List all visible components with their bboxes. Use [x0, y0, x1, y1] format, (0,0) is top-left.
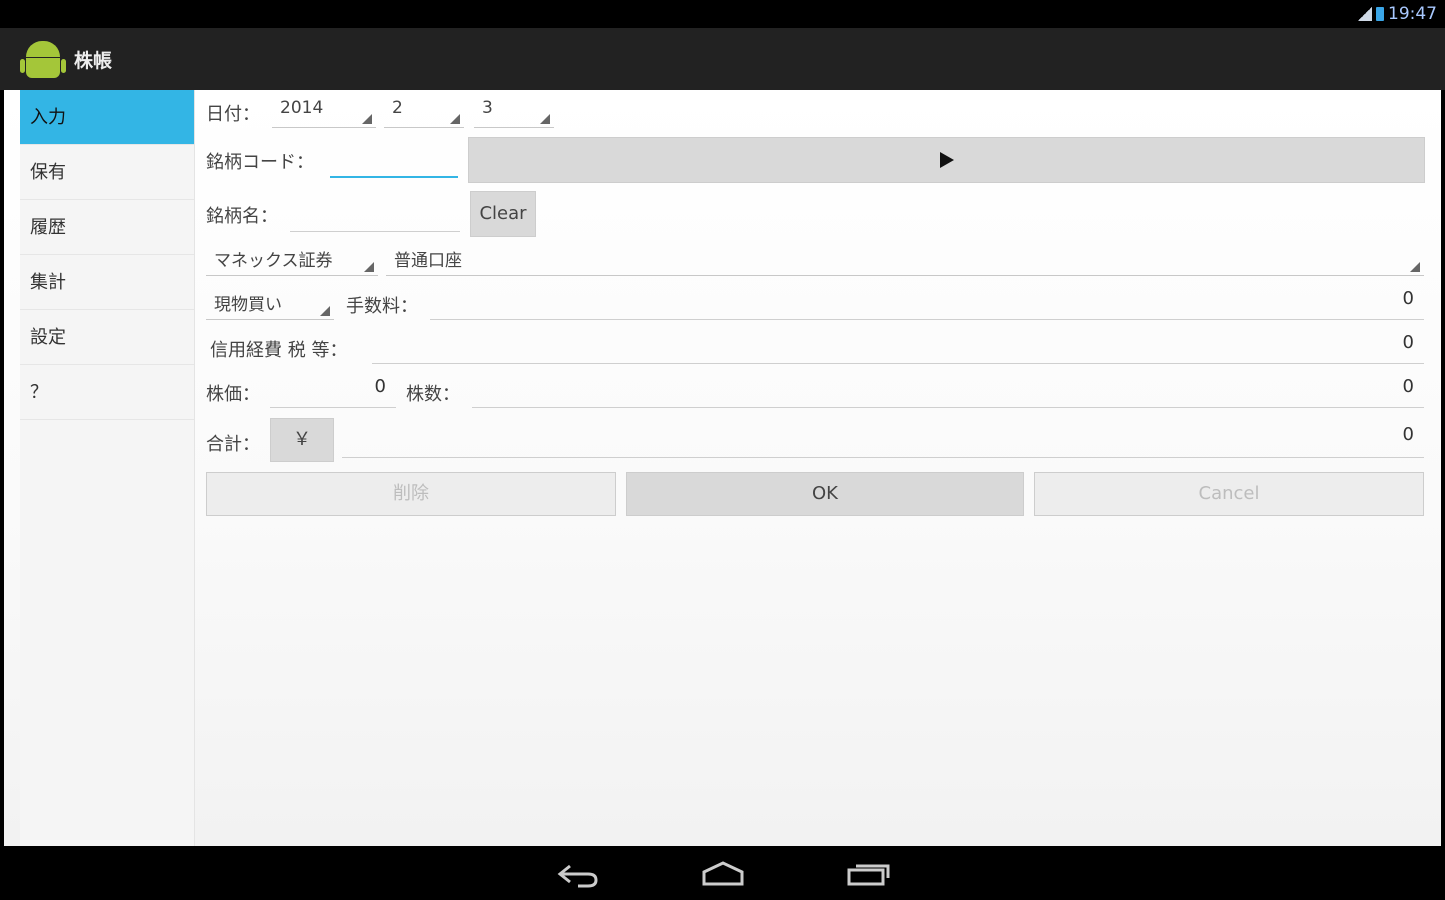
fee-input[interactable]: 0: [430, 288, 1424, 320]
yen-button[interactable]: ￥: [270, 418, 334, 462]
content-area: 入力 保有 履歴 集計 設定 ？ 日付： 2014 2 3 銘柄コード： 銘柄名…: [4, 90, 1441, 846]
broker-spinner[interactable]: マネックス証券: [206, 246, 378, 276]
price-input[interactable]: 0: [270, 376, 396, 408]
shares-input[interactable]: 0: [472, 376, 1424, 408]
day-spinner[interactable]: 3: [474, 98, 554, 128]
battery-icon: [1376, 7, 1384, 21]
input-form: 日付： 2014 2 3 銘柄コード： 銘柄名： Clear マネックス証券 普…: [200, 90, 1425, 846]
fee-label: 手数料：: [346, 296, 418, 317]
total-input[interactable]: 0: [342, 424, 1424, 458]
status-time: 19:47: [1388, 4, 1437, 24]
status-icons: 19:47: [1358, 4, 1437, 24]
delete-button[interactable]: 削除: [206, 472, 616, 516]
month-spinner[interactable]: 2: [384, 98, 464, 128]
navigation-bar: [0, 846, 1445, 900]
date-label: 日付：: [206, 104, 260, 125]
android-icon[interactable]: [20, 37, 66, 81]
margin-cost-input[interactable]: 0: [372, 332, 1424, 364]
sidebar-item-settings[interactable]: 設定: [20, 310, 194, 365]
clear-button[interactable]: Clear: [470, 191, 536, 237]
margin-cost-label: 信用経費 税 等：: [210, 340, 348, 361]
sidebar-item-input[interactable]: 入力: [20, 90, 194, 145]
play-icon: [939, 152, 954, 168]
back-icon[interactable]: [556, 860, 600, 888]
stock-name-input[interactable]: [290, 198, 460, 232]
lookup-button[interactable]: [468, 137, 1425, 183]
total-label: 合計：: [206, 434, 260, 455]
sidebar-item-help[interactable]: ？: [20, 365, 194, 420]
shares-label: 株数：: [406, 384, 460, 405]
trade-type-spinner[interactable]: 現物買い: [206, 290, 334, 320]
sidebar-item-holdings[interactable]: 保有: [20, 145, 194, 200]
year-spinner[interactable]: 2014: [272, 98, 376, 128]
price-label: 株価：: [206, 384, 260, 405]
sidebar-item-history[interactable]: 履歴: [20, 200, 194, 255]
ok-button[interactable]: OK: [626, 472, 1024, 516]
sidebar-item-summary[interactable]: 集計: [20, 255, 194, 310]
action-bar: 株帳: [0, 28, 1445, 90]
signal-icon: [1358, 7, 1372, 21]
status-bar: 19:47: [0, 0, 1445, 28]
stock-code-input[interactable]: [330, 144, 458, 178]
app-title: 株帳: [74, 49, 113, 72]
cancel-button[interactable]: Cancel: [1034, 472, 1424, 516]
stock-name-label: 銘柄名：: [206, 206, 278, 227]
home-icon[interactable]: [700, 860, 746, 888]
stock-code-label: 銘柄コード：: [206, 152, 314, 173]
sidebar: 入力 保有 履歴 集計 設定 ？: [20, 90, 195, 846]
recent-apps-icon[interactable]: [846, 860, 892, 888]
account-spinner[interactable]: 普通口座: [386, 246, 1424, 276]
